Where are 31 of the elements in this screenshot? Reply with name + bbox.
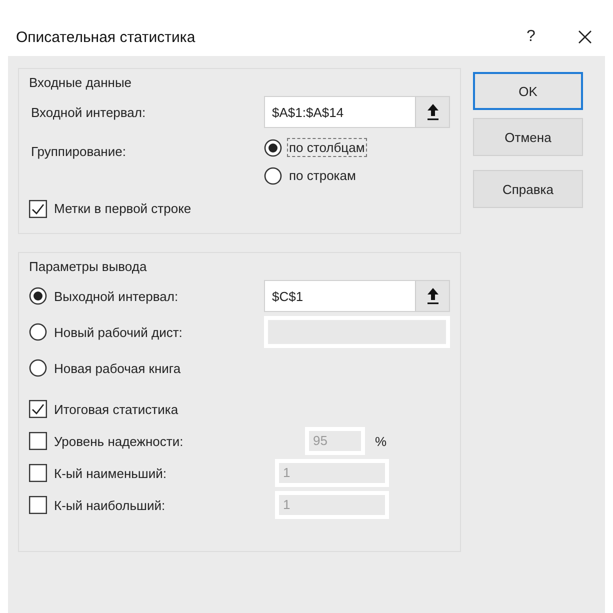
radio-label[interactable]: по строкам [287,166,358,185]
group-title: Входные данные [29,75,132,90]
checkbox-label[interactable]: Итоговая статистика [52,400,180,418]
group-title: Параметры вывода [29,259,147,274]
radio-label[interactable]: Выходной интервал: [52,286,180,306]
radio-label[interactable]: Новый рабочий дист: [52,322,184,342]
field-label: Группирование: [31,144,126,159]
help-button[interactable]: ? [511,28,551,46]
up-arrow-icon [426,103,440,121]
radio-label[interactable]: Новая рабочая книга [52,358,183,378]
radio-button[interactable] [264,166,282,184]
radio-label[interactable]: по столбцам [287,138,367,157]
checkbox-label[interactable]: Метки в первой строке [52,199,194,218]
radio-button[interactable] [29,323,47,341]
range-field[interactable]: $A$1:$A$14 [264,96,450,128]
radio-button[interactable] [29,359,47,377]
window-title: Описательная статистика [16,28,196,46]
radio-button[interactable] [264,138,282,156]
close-icon [578,30,592,44]
percent-sign: % [375,434,387,448]
collapse-dialog-button[interactable] [415,281,449,311]
dialog-button[interactable]: Справка [473,170,583,208]
dialog-button[interactable]: Отмена [473,118,583,156]
radio-button[interactable] [29,287,47,305]
dialog-button[interactable]: OK [473,72,583,110]
up-arrow-icon [426,287,440,305]
collapse-dialog-button[interactable] [415,97,449,127]
range-field[interactable]: $C$1 [264,280,450,312]
field-label: Входной интервал: [31,104,146,120]
checkbox[interactable] [29,400,47,418]
checkbox[interactable] [29,200,47,218]
